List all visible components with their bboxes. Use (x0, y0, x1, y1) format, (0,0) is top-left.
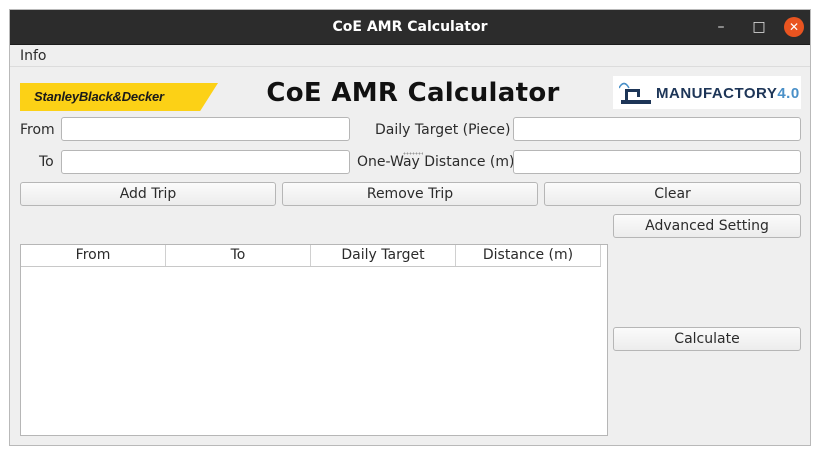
remove-trip-button[interactable]: Remove Trip (282, 182, 538, 206)
column-header-daily-target[interactable]: Daily Target (311, 245, 456, 266)
app-window: CoE AMR Calculator – □ ✕ Info StanleyBla… (9, 9, 811, 446)
splitter-handle[interactable] (403, 152, 423, 155)
one-way-distance-label: One-Way Distance (m) (357, 154, 515, 170)
manufactory-logo: MANUFACTORY4.0 (613, 76, 801, 109)
column-header-to[interactable]: To (166, 245, 311, 266)
one-way-distance-input[interactable] (513, 150, 801, 174)
clear-button[interactable]: Clear (544, 182, 801, 206)
menu-info[interactable]: Info (20, 45, 47, 67)
stanley-black-decker-logo: StanleyBlack&Decker (20, 83, 218, 111)
close-button[interactable]: ✕ (784, 17, 804, 37)
add-trip-button[interactable]: Add Trip (20, 182, 276, 206)
table-header: From To Daily Target Distance (m) (21, 245, 601, 267)
menu-bar: Info (10, 45, 810, 67)
daily-target-label: Daily Target (Piece) (375, 122, 511, 138)
robot-arm-icon (619, 82, 651, 104)
stanley-black-decker-logo-text: StanleyBlack&Decker (34, 89, 164, 104)
trips-table[interactable]: From To Daily Target Distance (m) (20, 244, 608, 436)
calculate-button[interactable]: Calculate (613, 327, 801, 351)
title-bar: CoE AMR Calculator – □ ✕ (10, 10, 810, 45)
manufactory-logo-text: MANUFACTORY4.0 (656, 85, 800, 102)
page-title: CoE AMR Calculator (266, 78, 560, 108)
column-header-from[interactable]: From (21, 245, 166, 266)
maximize-button[interactable]: □ (749, 17, 769, 37)
advanced-setting-button[interactable]: Advanced Setting (613, 214, 801, 238)
to-input[interactable] (61, 150, 350, 174)
to-label: To (39, 154, 54, 170)
from-label: From (20, 122, 55, 138)
minimize-button[interactable]: – (711, 17, 731, 37)
window-title: CoE AMR Calculator (332, 19, 488, 35)
column-header-distance[interactable]: Distance (m) (456, 245, 601, 266)
daily-target-input[interactable] (513, 117, 801, 141)
from-input[interactable] (61, 117, 350, 141)
